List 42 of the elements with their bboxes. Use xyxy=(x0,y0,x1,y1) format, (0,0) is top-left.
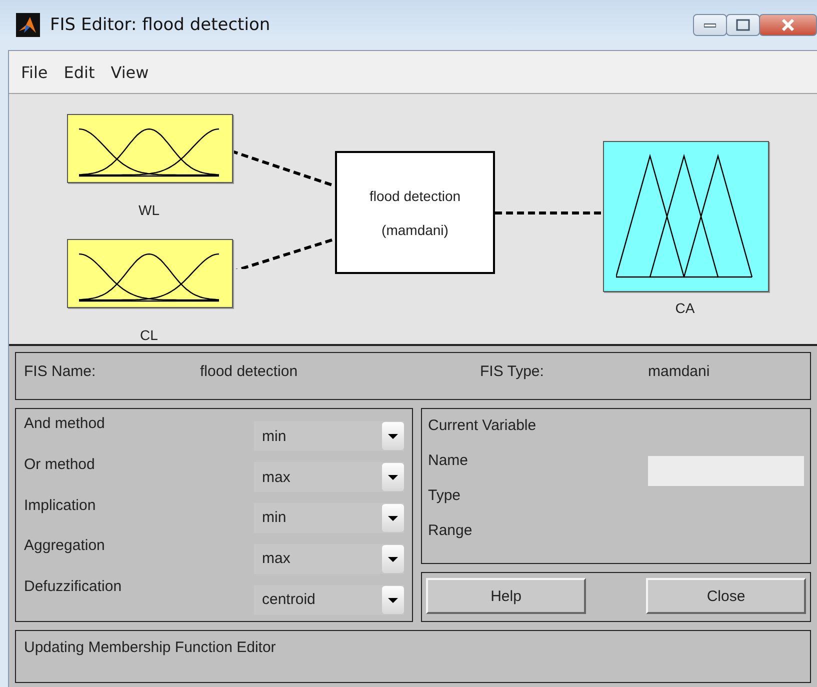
name-input-field[interactable] xyxy=(648,456,804,486)
maximize-icon xyxy=(736,19,750,31)
range-label: Range xyxy=(428,522,474,539)
minimize-icon xyxy=(704,22,716,28)
method-dropdown[interactable]: max xyxy=(254,544,404,574)
status-message: Updating Membership Function Editor xyxy=(24,639,276,656)
input-variable-box[interactable] xyxy=(67,239,233,308)
current-variable-title: Current Variable xyxy=(428,417,538,434)
type-label: Type xyxy=(428,487,462,504)
minimize-button[interactable] xyxy=(693,14,727,36)
maximize-button[interactable] xyxy=(726,14,760,36)
fis-type-label: FIS Type: xyxy=(480,363,545,380)
window-title: FIS Editor: flood detection xyxy=(50,15,270,35)
method-dropdown[interactable]: min xyxy=(254,421,404,452)
system-box[interactable]: flood detection (mamdani) xyxy=(335,151,495,274)
fis-type-value: mamdani xyxy=(648,363,711,380)
fis-name-label: FIS Name: xyxy=(24,363,97,380)
menu-item[interactable]: File xyxy=(15,62,54,82)
method-label: Implication xyxy=(24,496,97,514)
system-name: flood detection xyxy=(369,188,461,204)
close-button[interactable] xyxy=(759,14,817,36)
input-variable-box[interactable] xyxy=(67,114,233,183)
method-label: Aggregation xyxy=(24,537,106,554)
method-dropdown[interactable]: centroid xyxy=(254,584,404,615)
push-button[interactable]: Close xyxy=(646,578,806,614)
method-label: Defuzzification xyxy=(24,578,123,596)
method-dropdown[interactable]: max xyxy=(254,462,404,492)
push-button[interactable]: Help xyxy=(426,578,586,614)
method-label: Or method xyxy=(24,456,96,473)
output-variable-box[interactable] xyxy=(603,141,769,292)
output-variable-label: CA xyxy=(674,300,696,316)
app-logo-icon xyxy=(16,13,40,37)
fis-name-value: flood detection xyxy=(200,363,299,380)
close-icon xyxy=(781,19,795,31)
input-variable-label: WL xyxy=(138,202,160,218)
system-type: (mamdani) xyxy=(382,222,448,238)
name-label: Name xyxy=(428,452,470,469)
method-dropdown[interactable]: min xyxy=(254,502,404,533)
input-variable-label: CL xyxy=(139,327,159,343)
menu-item[interactable]: Edit xyxy=(58,62,101,82)
menu-item[interactable]: View xyxy=(104,62,155,82)
method-label: And method xyxy=(24,415,106,432)
